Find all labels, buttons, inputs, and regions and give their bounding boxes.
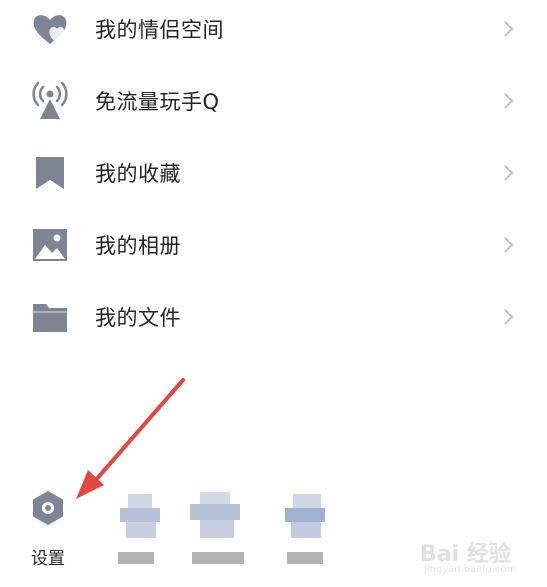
settings-label: 设置 [31,549,65,569]
gear-icon [31,490,65,530]
blurred-app-3[interactable] [285,488,345,566]
watermark: Bai 经验 jingyan.baidu.com [420,532,540,580]
settings-button[interactable]: 设置 [22,490,74,570]
watermark-sub: jingyan.baidu.com [424,564,517,575]
blurred-app-1[interactable] [116,488,176,566]
blurred-app-2[interactable] [190,488,250,566]
